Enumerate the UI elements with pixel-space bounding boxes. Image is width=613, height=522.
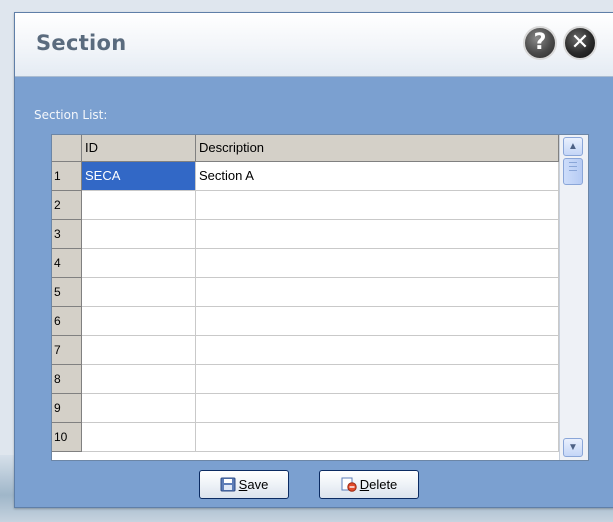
floppy-disk-icon: [220, 477, 236, 492]
description-cell[interactable]: [196, 191, 559, 220]
row-header[interactable]: 5: [52, 278, 82, 307]
delete-label: Delete: [359, 477, 398, 492]
id-cell[interactable]: SECA: [82, 162, 196, 191]
id-cell[interactable]: [82, 423, 196, 452]
chevron-down-icon[interactable]: ▼: [563, 438, 583, 457]
id-cell[interactable]: [82, 249, 196, 278]
scrollbar-thumb[interactable]: [563, 158, 583, 185]
row-header[interactable]: 2: [52, 191, 82, 220]
description-cell[interactable]: [196, 220, 559, 249]
row-header[interactable]: 7: [52, 336, 82, 365]
section-list-label: Section List:: [34, 108, 108, 122]
id-cell[interactable]: [82, 365, 196, 394]
delete-button[interactable]: Delete: [319, 470, 419, 499]
row-header[interactable]: 1: [52, 162, 82, 191]
description-cell[interactable]: [196, 423, 559, 452]
row-header[interactable]: 10: [52, 423, 82, 452]
save-label: Save: [238, 477, 269, 492]
dialog-title: Section: [36, 31, 127, 55]
description-cell[interactable]: [196, 394, 559, 423]
grid-corner-header: [52, 135, 82, 162]
description-cell[interactable]: [196, 365, 559, 394]
id-cell[interactable]: [82, 336, 196, 365]
delete-document-icon: [341, 477, 357, 492]
description-cell[interactable]: [196, 249, 559, 278]
description-cell[interactable]: [196, 307, 559, 336]
column-header-id[interactable]: ID: [82, 135, 196, 162]
chevron-up-icon[interactable]: ▲: [563, 137, 583, 156]
close-icon[interactable]: ✕: [563, 26, 597, 60]
dialog-titlebar: Section ? ✕: [15, 13, 613, 77]
column-header-description[interactable]: Description: [196, 135, 559, 162]
id-cell[interactable]: [82, 278, 196, 307]
save-button[interactable]: Save: [199, 470, 289, 499]
section-grid[interactable]: ID Description 1 2 3 4 5 6 7 8 9 10 SECA…: [51, 134, 589, 461]
description-cell[interactable]: Section A: [196, 162, 559, 191]
id-cell[interactable]: [82, 307, 196, 336]
row-header[interactable]: 8: [52, 365, 82, 394]
row-header[interactable]: 4: [52, 249, 82, 278]
id-cell[interactable]: [82, 220, 196, 249]
row-header[interactable]: 3: [52, 220, 82, 249]
section-dialog: Section ? ✕ Section List: ID Description…: [14, 12, 613, 508]
description-cell[interactable]: [196, 336, 559, 365]
row-header[interactable]: 9: [52, 394, 82, 423]
id-cell[interactable]: [82, 191, 196, 220]
row-header[interactable]: 6: [52, 307, 82, 336]
vertical-scrollbar[interactable]: ▲ ▼: [559, 135, 588, 460]
id-cell[interactable]: [82, 394, 196, 423]
description-cell[interactable]: [196, 278, 559, 307]
help-icon[interactable]: ?: [523, 26, 557, 60]
